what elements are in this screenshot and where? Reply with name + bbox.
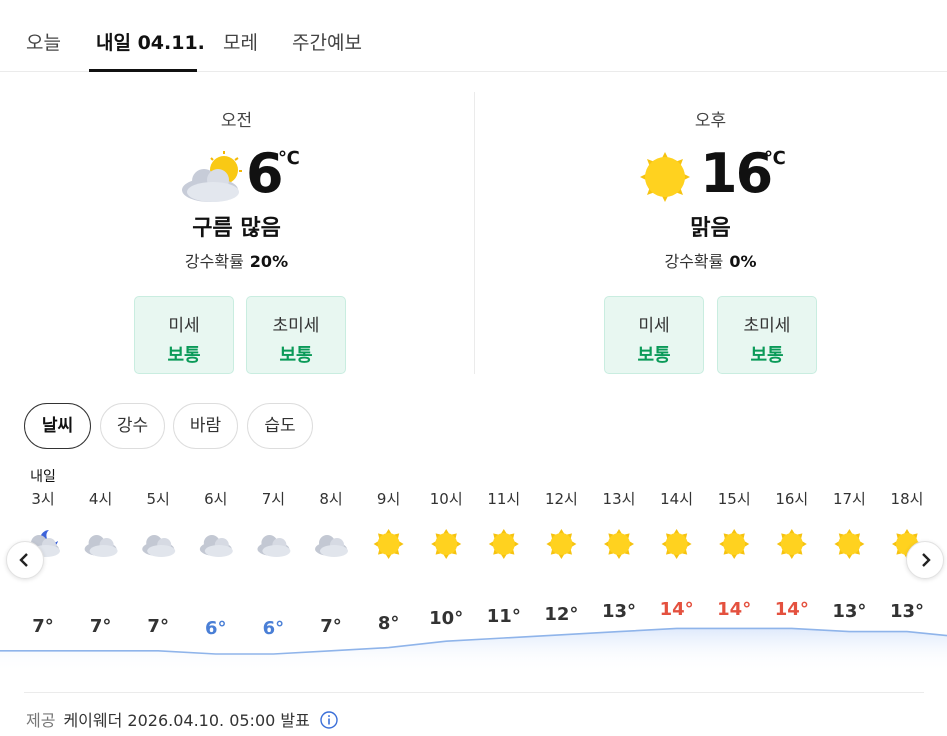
hour-column: 14시 14° xyxy=(648,462,706,662)
hour-column: 17시 13° xyxy=(820,462,878,662)
hourly-forecast: 내일 3시 7° 4시 7° 5시 7° 6시 6° 7시 6° 8시 7° 9시 8° 10시 10° 11시… xyxy=(0,462,947,672)
morning-temp-unit: ℃ xyxy=(278,148,300,169)
hour-time: 12시 xyxy=(544,490,578,508)
hour-temp: 11° xyxy=(486,606,521,627)
hour-time: 16시 xyxy=(775,490,809,508)
hour-column: 8시 7° xyxy=(302,462,360,662)
hour-temp: 10° xyxy=(429,608,464,630)
tab-today[interactable]: 오늘 xyxy=(26,28,61,55)
afternoon-precip-label: 강수확률 xyxy=(664,252,724,271)
hour-time: 13시 xyxy=(602,490,636,508)
hour-time: 8시 xyxy=(319,490,343,508)
scroll-left-button[interactable] xyxy=(6,541,44,579)
morning-label: 오전 xyxy=(220,111,253,131)
dust-title: 미세 xyxy=(638,316,670,336)
hour-temp: 14° xyxy=(659,598,694,620)
afternoon-precip-value: 0% xyxy=(729,252,757,271)
hour-column: 16시 14° xyxy=(763,462,821,662)
afternoon-condition: 맑음 xyxy=(690,216,731,241)
afternoon-temp: 16 xyxy=(700,142,773,205)
tab-tomorrow[interactable]: 내일 04.11. xyxy=(96,28,205,55)
chip-weather[interactable]: 날씨 xyxy=(24,403,91,449)
hour-time: 15시 xyxy=(717,490,751,508)
hour-temp: 14° xyxy=(774,598,809,620)
hour-temp: 13° xyxy=(832,601,867,623)
footer-divider xyxy=(24,692,924,693)
hour-time: 14시 xyxy=(660,490,694,508)
afternoon-temp-row: 16 ℃ xyxy=(638,142,798,206)
chevron-left-icon xyxy=(19,553,28,567)
hour-temp: 13° xyxy=(601,601,637,623)
hour-time: 7시 xyxy=(261,490,286,508)
day-tabs: 오늘 내일 04.11. 모레 주간예보 xyxy=(0,0,947,72)
hour-temp: 7° xyxy=(320,615,342,637)
tab-weekly[interactable]: 주간예보 xyxy=(292,28,362,55)
dust-title: 초미세 xyxy=(743,316,791,336)
scroll-right-button[interactable] xyxy=(906,541,944,579)
chip-humidity[interactable]: 습도 xyxy=(247,403,313,449)
hour-time: 17시 xyxy=(832,490,866,508)
hour-temp: 7° xyxy=(147,615,169,637)
chip-wind[interactable]: 바람 xyxy=(173,403,238,449)
provider-info: 제공 케이웨더 2026.04.10. 05:00 발표 xyxy=(26,707,338,731)
hour-temp: 12° xyxy=(544,603,579,625)
hour-temp: 13° xyxy=(889,601,925,623)
hour-temp: 14° xyxy=(717,598,752,620)
afternoon-temp-unit: ℃ xyxy=(764,148,786,169)
morning-precip-value: 20% xyxy=(249,252,289,271)
dust-title: 미세 xyxy=(168,316,200,336)
hour-column: 13시 13° xyxy=(590,462,648,662)
hour-column: 6시 6° xyxy=(187,462,245,662)
hour-temp: 6° xyxy=(262,618,285,639)
hour-column: 12시 12° xyxy=(532,462,590,662)
morning-fine-dust[interactable]: 미세 보통 xyxy=(134,296,234,374)
chevron-right-icon xyxy=(922,553,931,567)
hour-temp: 7° xyxy=(32,615,54,637)
hour-column: 15시 14° xyxy=(705,462,763,662)
tab-day-after[interactable]: 모레 xyxy=(223,28,258,55)
dust-value: 보통 xyxy=(637,345,671,366)
hour-column: 9시 8° xyxy=(360,462,418,662)
afternoon-ultrafine-dust[interactable]: 초미세 보통 xyxy=(717,296,817,374)
afternoon-precip: 강수확률 0% xyxy=(474,248,947,272)
hour-time: 4시 xyxy=(88,490,113,508)
hour-column: 5시 7° xyxy=(129,462,187,662)
hour-temp: 8° xyxy=(377,613,400,635)
hour-time: 5시 xyxy=(146,490,170,508)
dust-title: 초미세 xyxy=(272,316,320,336)
morning-ultrafine-dust[interactable]: 초미세 보통 xyxy=(246,296,346,374)
afternoon-label: 오후 xyxy=(694,111,727,131)
hour-time: 18시 xyxy=(890,490,924,508)
morning-temp-row: 6 ℃ xyxy=(180,142,320,206)
provider-label: 제공 xyxy=(26,711,56,730)
morning-forecast: 오전 6 ℃ 구름 많음 강수확률 20% 미세 보통 초미세 보통 xyxy=(0,72,473,392)
afternoon-fine-dust[interactable]: 미세 보통 xyxy=(604,296,704,374)
morning-precip: 강수확률 20% xyxy=(0,248,473,272)
afternoon-forecast: 오후 16 ℃ 맑음 강수확률 0% 미세 보통 초미세 보통 xyxy=(474,72,947,392)
hour-time: 3시 xyxy=(31,490,55,508)
dust-value: 보통 xyxy=(167,345,201,366)
morning-temp: 6 xyxy=(246,142,284,205)
chip-precipitation[interactable]: 강수 xyxy=(100,403,165,449)
provider-text: 케이웨더 2026.04.10. 05:00 발표 xyxy=(63,711,310,730)
hour-time: 11시 xyxy=(487,490,521,508)
hour-column: 7시 6° xyxy=(244,462,302,662)
hour-temp: 7° xyxy=(89,615,112,637)
hour-column: 10시 10° xyxy=(417,462,475,662)
hour-time: 6시 xyxy=(204,490,228,508)
hour-temp: 6° xyxy=(205,618,227,639)
partly-cloudy-icon xyxy=(182,151,242,202)
dust-value: 보통 xyxy=(750,345,784,366)
dust-value: 보통 xyxy=(279,345,313,366)
hour-time: 10시 xyxy=(429,490,463,508)
morning-condition: 구름 많음 xyxy=(192,216,281,241)
sun-icon xyxy=(640,152,690,202)
info-icon[interactable] xyxy=(320,711,338,729)
hour-time: 9시 xyxy=(376,490,401,508)
morning-precip-label: 강수확률 xyxy=(184,252,244,271)
hour-column: 11시 11° xyxy=(475,462,533,662)
hour-column: 4시 7° xyxy=(72,462,130,662)
